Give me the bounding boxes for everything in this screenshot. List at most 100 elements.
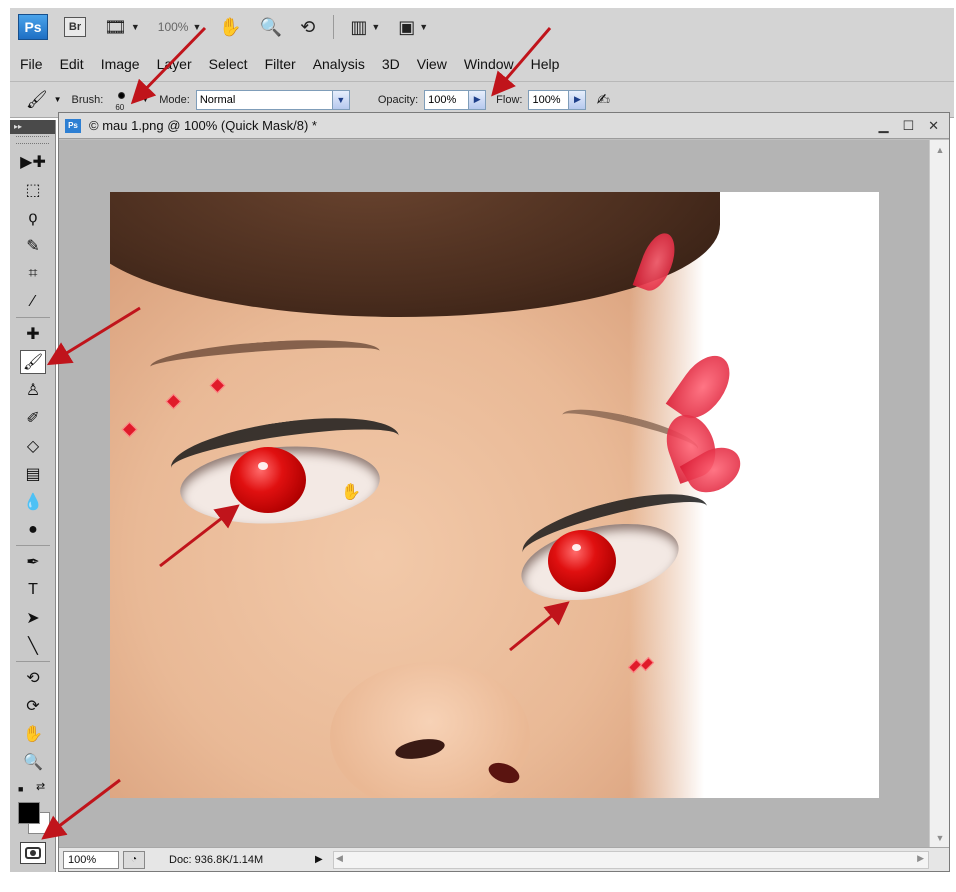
menu-analysis[interactable]: Analysis xyxy=(313,56,365,72)
chevron-right-icon[interactable]: ▶ xyxy=(568,90,586,109)
brush-tool-icon[interactable]: 🖌 xyxy=(20,350,46,374)
status-menu-arrow-icon[interactable]: ▶ xyxy=(315,854,333,865)
photo-left-iris-mask xyxy=(230,447,306,513)
flow-value: 100% xyxy=(532,93,561,106)
default-colors-icon[interactable]: ■ xyxy=(18,784,28,794)
chevron-down-icon[interactable]: ▼ xyxy=(331,90,349,109)
status-zoom-field[interactable]: 100% xyxy=(63,850,119,869)
chevron-down-icon[interactable]: ▼ xyxy=(54,95,62,104)
horizontal-scrollbar[interactable]: ◀ ▶ xyxy=(333,850,929,869)
status-doc-size: Doc: 936.8K/1.14M xyxy=(169,853,264,866)
blend-mode-value: Normal xyxy=(199,93,236,106)
clone-stamp-tool-icon[interactable]: ♙ xyxy=(20,378,46,402)
menu-file[interactable]: File xyxy=(20,56,43,72)
document-title: © mau 1.png @ 100% (Quick Mask/8) * xyxy=(89,118,317,133)
chevron-right-icon[interactable]: ▶ xyxy=(468,90,486,109)
hand-tool-button[interactable]: ✋ xyxy=(219,18,241,36)
chevron-down-icon: ▼ xyxy=(130,22,140,32)
airbrush-toggle-icon[interactable]: ✍ xyxy=(596,90,609,110)
vertical-scrollbar[interactable]: ▲ ▼ xyxy=(929,140,949,848)
arrange-icon: ▥ xyxy=(350,17,368,37)
minimize-icon[interactable]: ▁ xyxy=(878,118,888,134)
menu-help[interactable]: Help xyxy=(531,56,560,72)
menu-filter[interactable]: Filter xyxy=(265,56,296,72)
dodge-tool-icon[interactable]: ● xyxy=(20,518,46,542)
menu-select[interactable]: Select xyxy=(209,56,248,72)
menu-edit[interactable]: Edit xyxy=(60,56,84,72)
foreground-color-swatch[interactable] xyxy=(18,802,40,824)
tools-separator xyxy=(16,545,50,546)
zoom-tool-button[interactable]: 🔍 xyxy=(260,18,282,36)
move-tool-icon[interactable]: ▶✚ xyxy=(20,150,46,174)
menu-view[interactable]: View xyxy=(417,56,447,72)
zoom-tool-icon[interactable]: 🔍 xyxy=(20,750,46,774)
eraser-tool-icon[interactable]: ◇ xyxy=(20,434,46,458)
menu-window[interactable]: Window xyxy=(464,56,514,72)
photo-right-iris-mask xyxy=(548,530,616,592)
zoom-level-value: 100% xyxy=(157,20,189,34)
quick-mask-mode-button[interactable] xyxy=(20,842,46,864)
screen-mode-button[interactable]: ▣ ▼ xyxy=(398,18,428,36)
photo-left-glint xyxy=(258,462,268,470)
screen-mode-icon: ▣ xyxy=(398,17,416,37)
chevron-down-icon: ▼ xyxy=(419,22,429,32)
healing-brush-tool-icon[interactable]: ✚ xyxy=(20,322,46,346)
brush-preset-icon[interactable]: 🖌 xyxy=(26,90,48,110)
scroll-left-icon[interactable]: ◀ xyxy=(336,853,343,864)
line-tool-icon[interactable]: ╲ xyxy=(20,634,46,658)
gradient-tool-icon[interactable]: ▤ xyxy=(20,462,46,486)
tools-panel-collapse-icon[interactable]: ▸▸ xyxy=(10,120,55,134)
type-tool-icon[interactable]: T xyxy=(20,578,46,602)
film-strip-icon: 🎞 xyxy=(104,17,127,37)
rotate-view-icon: ⟲ xyxy=(300,17,316,37)
photoshop-logo: Ps xyxy=(18,14,48,40)
photo-gem xyxy=(209,377,226,394)
blend-mode-select[interactable]: Normal ▼ xyxy=(195,89,350,110)
photo-canvas[interactable]: ✋ xyxy=(110,192,879,798)
scroll-down-icon[interactable]: ▼ xyxy=(933,830,947,846)
blur-tool-icon[interactable]: 💧 xyxy=(20,490,46,514)
view-extras-button[interactable]: 🎞 ▼ xyxy=(104,18,140,36)
photo-left-eyebrow xyxy=(149,334,381,384)
zoom-level-dropdown[interactable]: 100% ▼ xyxy=(158,20,202,34)
hand-cursor-icon: ✋ xyxy=(341,484,361,501)
3d-orbit-tool-icon[interactable]: ⟳ xyxy=(20,694,46,718)
menu-layer[interactable]: Layer xyxy=(157,56,192,72)
menu-3d[interactable]: 3D xyxy=(382,56,400,72)
pen-tool-icon[interactable]: ✒ xyxy=(20,550,46,574)
scroll-right-icon[interactable]: ▶ xyxy=(917,853,924,864)
maximize-icon[interactable]: ☐ xyxy=(902,118,914,134)
arrange-documents-button[interactable]: ▥ ▼ xyxy=(350,18,380,36)
hand-tool-icon[interactable]: ✋ xyxy=(20,722,46,746)
quick-selection-tool-icon[interactable]: ✎ xyxy=(20,234,46,258)
tools-separator xyxy=(16,317,50,318)
tools-panel: ▸▸ ▶✚ ⬚ ϙ ✎ ⌗ ⁄ ✚ 🖌 ♙ ✐ ◇ ▤ 💧 ● ✒ T ➤ ╲ ⟲ ⟳ ✋ 🔍 ■ ⇄ xyxy=(10,120,56,872)
document-title-bar[interactable]: Ps © mau 1.png @ 100% (Quick Mask/8) * ▁… xyxy=(59,113,949,139)
eyedropper-tool-icon[interactable]: ⁄ xyxy=(20,290,46,314)
launch-bridge-button[interactable]: Br xyxy=(64,17,86,37)
rotate-view-button[interactable]: ⟲ xyxy=(300,18,315,36)
brush-label: Brush: xyxy=(71,93,104,106)
path-selection-tool-icon[interactable]: ➤ xyxy=(20,606,46,630)
history-brush-tool-icon[interactable]: ✐ xyxy=(20,406,46,430)
status-proof-icon[interactable]: ◔ xyxy=(123,850,145,869)
window-controls: ▁ ☐ ✕ xyxy=(878,118,949,134)
scroll-up-icon[interactable]: ▲ xyxy=(933,142,947,158)
3d-rotate-tool-icon[interactable]: ⟲ xyxy=(20,666,46,690)
swap-colors-icon[interactable]: ⇄ xyxy=(36,780,45,793)
close-icon[interactable]: ✕ xyxy=(928,118,939,134)
marquee-tool-icon[interactable]: ⬚ xyxy=(20,178,46,202)
crop-tool-icon[interactable]: ⌗ xyxy=(20,262,46,286)
canvas-area[interactable]: ✋ xyxy=(59,140,931,848)
flow-field[interactable]: 100% ▶ xyxy=(528,89,587,110)
lasso-tool-icon[interactable]: ϙ xyxy=(20,206,46,230)
brush-preset-picker[interactable]: 60 xyxy=(109,87,135,113)
chevron-down-icon: ▼ xyxy=(371,22,381,32)
menu-image[interactable]: Image xyxy=(101,56,140,72)
photo-right-glint xyxy=(572,544,581,551)
tools-panel-grip[interactable] xyxy=(16,136,49,144)
chevron-down-icon[interactable]: ▼ xyxy=(141,95,149,104)
quick-mask-icon xyxy=(25,847,41,859)
opacity-field[interactable]: 100% ▶ xyxy=(424,89,487,110)
photo-gem xyxy=(121,421,138,438)
